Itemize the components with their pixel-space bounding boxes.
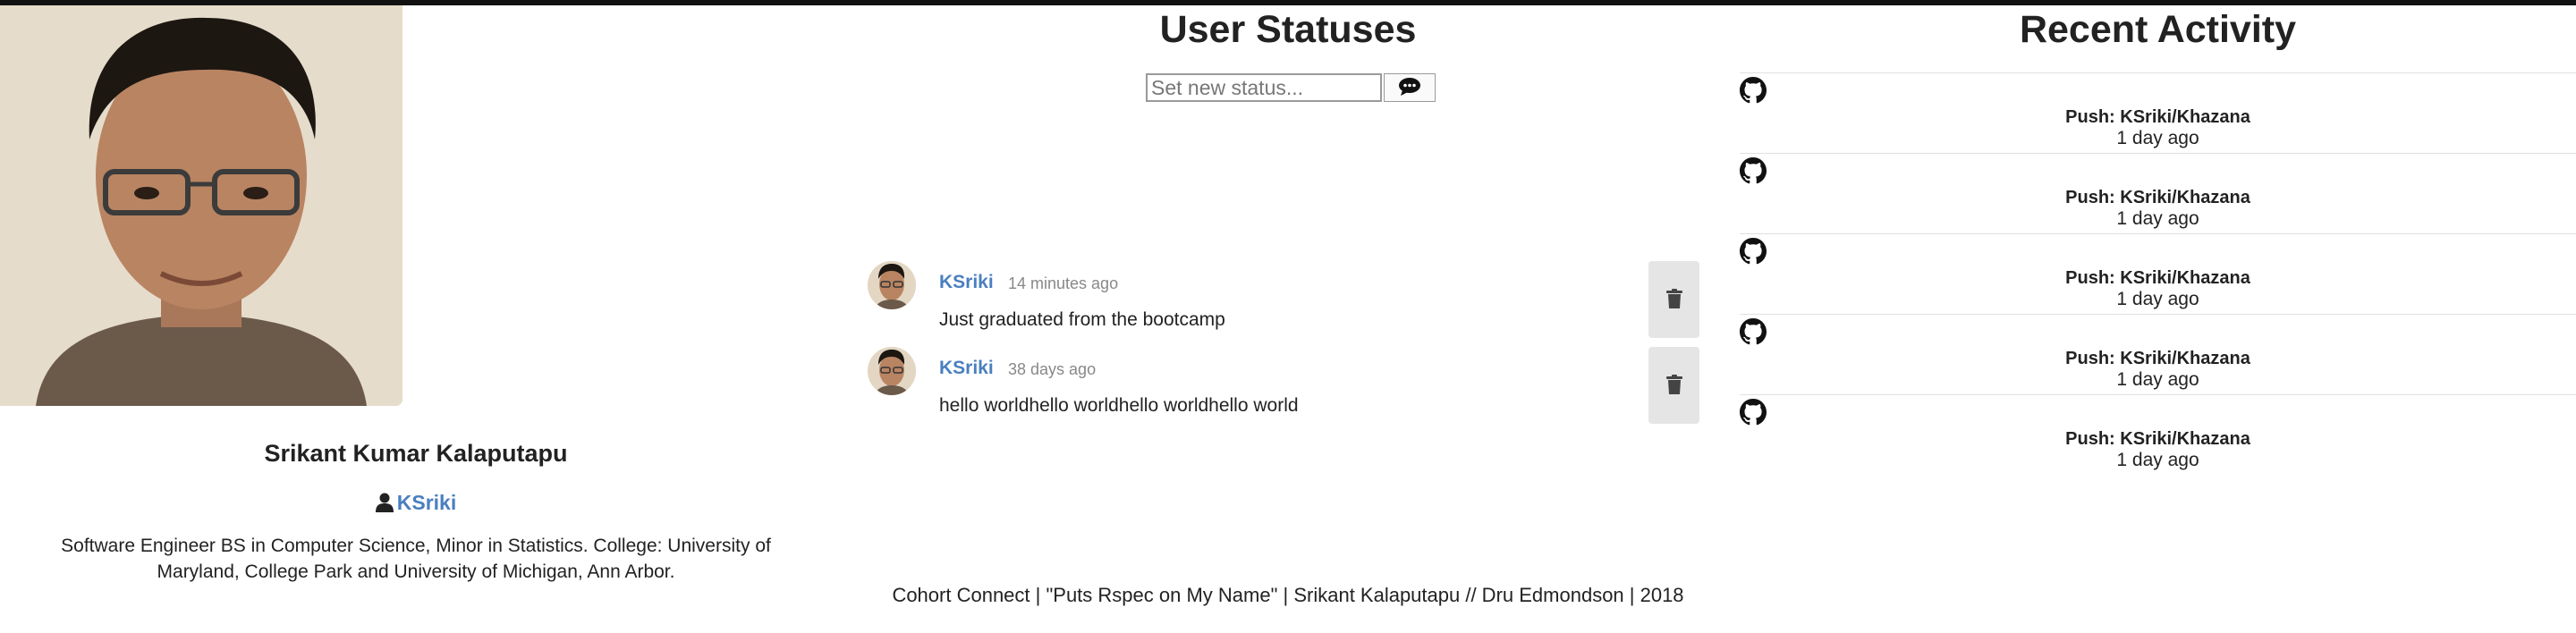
activity-event: Push: KSriki/Khazana bbox=[2065, 188, 2250, 207]
status-input[interactable] bbox=[1146, 73, 1382, 102]
profile-photo bbox=[0, 5, 402, 406]
status-author-link[interactable]: KSriki bbox=[939, 358, 994, 379]
github-icon bbox=[1740, 157, 1767, 189]
statuses-title: User Statuses bbox=[1159, 8, 1417, 51]
post-status-button[interactable] bbox=[1384, 73, 1436, 102]
status-author-link[interactable]: KSriki bbox=[939, 272, 994, 293]
activity-time: 1 day ago bbox=[2116, 369, 2199, 390]
activity-event: Push: KSriki/Khazana bbox=[2065, 429, 2250, 449]
comment-icon bbox=[1398, 77, 1421, 99]
trash-icon bbox=[1665, 288, 1682, 311]
profile-bio: Software Engineer BS in Computer Science… bbox=[61, 536, 771, 582]
profile-handle: KSriki bbox=[0, 491, 832, 518]
status-text: Just graduated from the bootcamp bbox=[939, 309, 1225, 330]
activity-item: Push: KSriki/Khazana 1 day ago bbox=[1740, 153, 2576, 232]
avatar bbox=[868, 261, 916, 309]
github-icon bbox=[1740, 318, 1767, 350]
profile-name: Srikant Kumar Kalaputapu bbox=[264, 440, 568, 467]
activity-time: 1 day ago bbox=[2116, 289, 2199, 309]
profile-username-link[interactable]: KSriki bbox=[397, 491, 456, 514]
activity-time: 1 day ago bbox=[2116, 128, 2199, 148]
delete-status-button[interactable] bbox=[1648, 347, 1699, 424]
user-icon bbox=[375, 493, 394, 518]
activity-item: Push: KSriki/Khazana 1 day ago bbox=[1740, 72, 2576, 152]
status-item: KSriki 38 days ago hello worldhello worl… bbox=[868, 347, 1699, 429]
trash-icon bbox=[1665, 374, 1682, 397]
delete-status-button[interactable] bbox=[1648, 261, 1699, 338]
status-form bbox=[1146, 73, 1436, 102]
github-icon bbox=[1740, 238, 1767, 269]
activity-item: Push: KSriki/Khazana 1 day ago bbox=[1740, 314, 2576, 393]
status-item: KSriki 14 minutes ago Just graduated fro… bbox=[868, 261, 1699, 343]
activity-time: 1 day ago bbox=[2116, 208, 2199, 229]
activity-time: 1 day ago bbox=[2116, 450, 2199, 470]
activity-item: Push: KSriki/Khazana 1 day ago bbox=[1740, 394, 2576, 474]
avatar bbox=[868, 347, 916, 395]
activity-event: Push: KSriki/Khazana bbox=[2065, 268, 2250, 288]
activity-item: Push: KSriki/Khazana 1 day ago bbox=[1740, 233, 2576, 313]
status-timestamp: 38 days ago bbox=[1008, 360, 1097, 378]
github-icon bbox=[1740, 77, 1767, 108]
status-timestamp: 14 minutes ago bbox=[1008, 274, 1119, 292]
activity-event: Push: KSriki/Khazana bbox=[2065, 107, 2250, 127]
footer-credits: Cohort Connect | "Puts Rspec on My Name"… bbox=[892, 584, 1684, 606]
status-text: hello worldhello worldhello worldhello w… bbox=[939, 395, 1299, 416]
activity-event: Push: KSriki/Khazana bbox=[2065, 349, 2250, 368]
github-icon bbox=[1740, 399, 1767, 430]
activity-title: Recent Activity bbox=[2019, 8, 2297, 51]
